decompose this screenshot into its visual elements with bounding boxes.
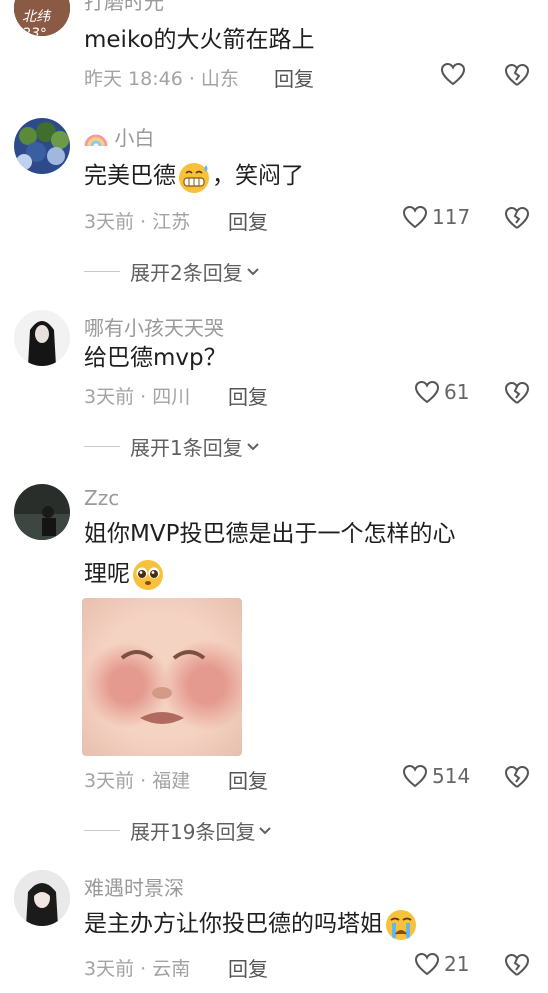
broken-heart-icon xyxy=(504,63,530,86)
like-button[interactable]: 117 xyxy=(402,205,470,229)
heart-outline-icon xyxy=(414,952,440,976)
expand-replies-label: 展开1条回复 xyxy=(130,436,243,460)
divider-line xyxy=(84,271,120,272)
chevron-down-icon xyxy=(247,267,259,275)
dislike-button[interactable] xyxy=(504,953,530,981)
like-button[interactable]: 61 xyxy=(414,380,469,404)
broken-heart-icon xyxy=(504,765,530,788)
like-button[interactable] xyxy=(440,62,466,86)
divider-line xyxy=(84,830,120,831)
avatar[interactable] xyxy=(14,484,70,540)
like-button[interactable]: 514 xyxy=(402,764,470,788)
dislike-button[interactable] xyxy=(504,206,530,234)
avatar-text: 北纬23° xyxy=(22,9,50,36)
divider-line xyxy=(84,446,120,447)
heart-outline-icon xyxy=(414,380,440,404)
heart-outline-icon xyxy=(402,764,428,788)
comment-time-location: 3天前 · 江苏 xyxy=(84,211,191,233)
username[interactable]: 小白 xyxy=(84,122,154,151)
heart-outline-icon xyxy=(440,62,466,86)
pleading-face-emoji-icon xyxy=(133,559,163,590)
dislike-button[interactable] xyxy=(504,381,530,409)
comment-time-location: 3天前 · 云南 xyxy=(84,958,191,980)
dislike-button[interactable] xyxy=(504,63,530,91)
username[interactable]: Zzc xyxy=(84,486,119,510)
like-count: 61 xyxy=(444,380,470,404)
reply-button[interactable]: 回复 xyxy=(228,206,268,235)
comment-text: 姐你MVP投巴德是出于一个怎样的心 理呢 xyxy=(84,514,524,594)
reply-button[interactable]: 回复 xyxy=(274,63,314,92)
comment-text-part1: 完美巴德 xyxy=(84,163,176,189)
expand-replies-button[interactable]: 展开2条回复 xyxy=(84,257,261,286)
expand-replies-button[interactable]: 展开1条回复 xyxy=(84,432,261,461)
broken-heart-icon xyxy=(504,381,530,404)
username[interactable]: 哪有小孩天天哭 xyxy=(84,312,224,341)
comment-text-line1: 姐你MVP投巴德是出于一个怎样的心 xyxy=(84,521,456,547)
expand-replies-label: 展开19条回复 xyxy=(130,820,256,844)
like-count: 514 xyxy=(432,764,471,788)
reply-button[interactable]: 回复 xyxy=(228,953,268,982)
baby-face-image xyxy=(120,650,206,724)
broken-heart-icon xyxy=(504,206,530,229)
reply-button[interactable]: 回复 xyxy=(228,381,268,410)
avatar-image xyxy=(14,870,70,926)
like-count: 21 xyxy=(444,952,470,976)
avatar[interactable] xyxy=(14,870,70,926)
comment-text: 完美巴德 ，笑闷了 xyxy=(84,156,524,196)
broken-heart-icon xyxy=(504,953,530,976)
like-count: 117 xyxy=(432,205,471,229)
avatar[interactable]: 北纬23° xyxy=(14,0,70,36)
chevron-down-icon xyxy=(259,826,272,834)
rainbow-icon xyxy=(84,134,108,147)
chevron-down-icon xyxy=(247,442,259,450)
avatar-image xyxy=(14,484,70,540)
expand-replies-button[interactable]: 展开19条回复 xyxy=(84,816,273,845)
comment-text: 是主办方让你投巴德的吗塔姐 xyxy=(84,904,524,944)
heart-outline-icon xyxy=(402,205,428,229)
grimace-sweat-emoji-icon xyxy=(179,162,209,193)
expand-replies-label: 展开2条回复 xyxy=(130,261,243,285)
username-text: 小白 xyxy=(114,126,155,150)
username[interactable]: 难遇时景深 xyxy=(84,872,184,901)
dislike-button[interactable] xyxy=(504,765,530,793)
avatar[interactable] xyxy=(14,310,70,366)
comment-text: meiko的大火箭在路上 xyxy=(84,27,315,53)
crying-face-emoji-icon xyxy=(386,909,416,940)
comment-time-location: 昨天 18:46 · 山东 xyxy=(84,68,239,90)
username[interactable]: 打磨时光 xyxy=(84,0,164,15)
reply-button[interactable]: 回复 xyxy=(228,765,268,794)
comment-text-main: 是主办方让你投巴德的吗塔姐 xyxy=(84,911,383,937)
comment-text-line2-text: 理呢 xyxy=(84,561,130,587)
sticker-image[interactable] xyxy=(82,598,242,756)
like-button[interactable]: 21 xyxy=(414,952,469,976)
comment-time-location: 3天前 · 福建 xyxy=(84,770,191,792)
avatar-image xyxy=(14,310,70,366)
avatar[interactable] xyxy=(14,118,70,174)
comment-text: 给巴德mvp？ xyxy=(84,345,227,371)
comment-text-part2: ，笑闷了 xyxy=(212,163,304,189)
avatar-image xyxy=(14,118,70,174)
comment-text-line2: 理呢 xyxy=(84,554,524,594)
comment-time-location: 3天前 · 四川 xyxy=(84,386,191,408)
